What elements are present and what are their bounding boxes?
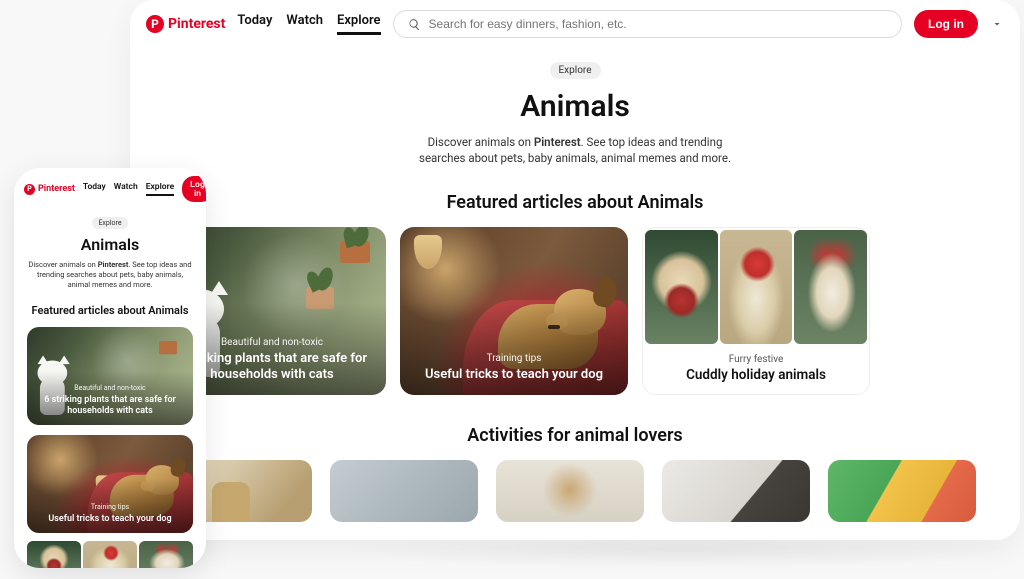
featured-section-title: Featured articles about Animals [26,304,194,317]
breadcrumb[interactable]: Explore [92,217,127,229]
pinterest-logo-text: Pinterest [168,16,225,32]
breadcrumb[interactable]: Explore [550,62,601,79]
activity-thumb[interactable] [496,460,644,522]
chevron-down-icon[interactable] [990,17,1004,31]
activity-thumb[interactable] [330,460,478,522]
card-caption: Furry festive Cuddly holiday animals [643,346,869,383]
nav-explore[interactable]: Explore [146,182,174,196]
desc-pre: Discover animals on [428,135,534,149]
nav-watch[interactable]: Watch [114,182,138,196]
featured-card-dog-tricks[interactable]: Training tips Useful tricks to teach you… [400,227,628,395]
activity-thumbnails [158,460,992,522]
holiday-animal-image [720,230,793,344]
card-title: Cuddly holiday animals [649,367,863,383]
card-kicker: Training tips [410,353,618,364]
desc-pre: Discover animals on [28,260,97,269]
card-kicker: Furry festive [649,354,863,365]
card-title: Useful tricks to teach your dog [37,514,183,525]
featured-card-holiday-animals[interactable] [27,541,193,568]
mobile-content: Explore Animals Discover animals on Pint… [14,206,206,568]
featured-section-title: Featured articles about Animals [158,192,992,213]
page-title: Animals [26,235,194,254]
page-title: Animals [158,89,992,124]
holiday-animal-image [794,230,867,344]
login-button[interactable]: Log in [182,176,206,202]
nav-watch[interactable]: Watch [286,13,323,35]
card-caption: Beautiful and non-toxic 6 striking plant… [27,384,193,418]
pinterest-logo-text: Pinterest [38,184,75,194]
triptych-images [643,228,869,346]
login-button[interactable]: Log in [914,10,978,38]
featured-card-holiday-animals[interactable]: Furry festive Cuddly holiday animals [642,227,870,395]
desc-bold: Pinterest [534,135,581,149]
card-caption: Training tips Useful tricks to teach you… [27,503,193,525]
mobile-nav: Today Watch Explore [83,182,174,196]
pinterest-logo[interactable]: P Pinterest [146,15,225,33]
holiday-animal-image [27,541,81,568]
desktop-frame: P Pinterest Today Watch Explore Log in E… [130,0,1020,540]
card-kicker: Beautiful and non-toxic [37,384,183,392]
activity-thumb[interactable] [662,460,810,522]
nav-today[interactable]: Today [237,13,272,35]
activities-section-title: Activities for animal lovers [158,425,992,446]
activity-thumb[interactable] [828,460,976,522]
search-icon [408,18,421,31]
pinterest-logo-icon: P [24,184,35,195]
page-description: Discover animals on Pinterest. See top i… [405,134,745,166]
card-kicker: Training tips [37,503,183,511]
mobile-frame: P Pinterest Today Watch Explore Log in ⌄… [14,168,206,568]
featured-card-dog-tricks[interactable]: Training tips Useful tricks to teach you… [27,435,193,533]
holiday-animal-image [645,230,718,344]
card-title: 6 striking plants that are safe for hous… [37,395,183,418]
search-bar[interactable] [393,10,902,38]
desc-bold: Pinterest [98,260,129,269]
nav-today[interactable]: Today [83,182,106,196]
mobile-header: P Pinterest Today Watch Explore Log in ⌄ [14,168,206,206]
card-caption: Training tips Useful tricks to teach you… [400,353,628,383]
desktop-header: P Pinterest Today Watch Explore Log in [130,0,1020,44]
desktop-content: Explore Animals Discover animals on Pint… [130,44,1020,522]
featured-cards: Beautiful and non-toxic 6 striking plant… [158,227,992,395]
card-title: Useful tricks to teach your dog [410,367,618,383]
pinterest-logo[interactable]: P Pinterest [24,184,75,195]
holiday-animal-image [139,541,193,568]
search-input[interactable] [429,17,887,31]
nav-explore[interactable]: Explore [337,13,381,35]
holiday-animal-image [83,541,137,568]
desktop-nav: Today Watch Explore [237,13,380,35]
pinterest-logo-icon: P [146,15,164,33]
page-description: Discover animals on Pinterest. See top i… [26,260,194,290]
featured-card-plants-cats[interactable]: Beautiful and non-toxic 6 striking plant… [27,327,193,425]
